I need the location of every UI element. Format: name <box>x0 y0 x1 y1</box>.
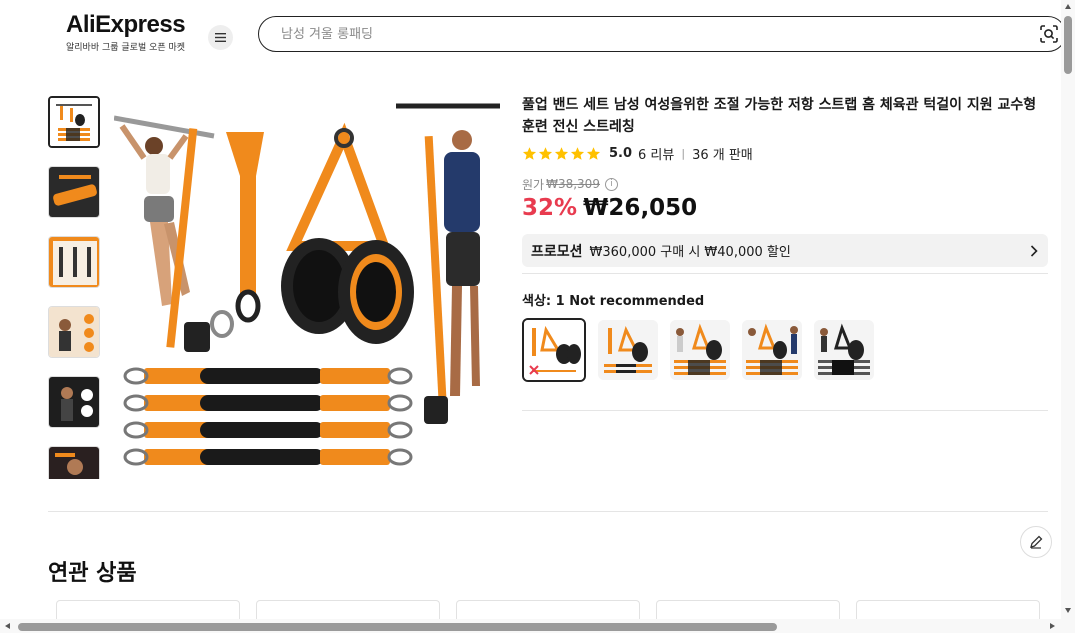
product-title: 풀업 밴드 세트 남성 여성을위한 조절 가능한 저항 스트랩 홈 체육관 턱걸… <box>522 97 1037 135</box>
discount-percent: 32% <box>522 195 578 221</box>
logo-subtitle: 알리바바 그룹 글로벌 오픈 마켓 <box>66 43 186 53</box>
color-label: 색상: 1 Not recommended <box>522 294 705 309</box>
color-swatch-5[interactable] <box>814 320 874 380</box>
original-price: ₩38,309 <box>546 177 600 191</box>
separator: | <box>681 146 686 160</box>
original-price-row: 원가 ₩38,309 i <box>522 176 1048 192</box>
color-swatch-4[interactable] <box>742 320 802 380</box>
thumbnail-6[interactable] <box>48 446 100 479</box>
feedback-button[interactable] <box>1020 526 1052 558</box>
divider <box>48 511 1048 512</box>
promotion-text: ₩360,000 구매 시 ₩40,000 할인 <box>589 245 791 260</box>
star-icon <box>538 146 553 160</box>
promotion-banner[interactable]: 프로모션 ₩360,000 구매 시 ₩40,000 할인 <box>522 234 1048 267</box>
search-input[interactable] <box>281 24 981 44</box>
star-icon <box>586 146 601 160</box>
product-info: 풀업 밴드 세트 남성 여성을위한 조절 가능한 저항 스트랩 홈 체육관 턱걸… <box>522 94 1048 267</box>
star-icon <box>554 146 569 160</box>
scroll-up-arrow[interactable] <box>1065 4 1071 9</box>
rating-row[interactable]: 5.0 6 리뷰 | 36 개 판매 <box>522 143 1048 163</box>
thumbnail-list <box>48 96 102 479</box>
aliexpress-logo[interactable]: AliExpress 알리바바 그룹 글로벌 오픈 마켓 <box>66 11 196 54</box>
color-swatches <box>522 318 1048 382</box>
color-swatch-2[interactable] <box>598 320 658 380</box>
image-search-icon[interactable] <box>1039 24 1059 44</box>
color-swatch-1[interactable] <box>522 318 586 382</box>
thumbnail-4[interactable] <box>48 306 100 358</box>
scroll-right-arrow[interactable] <box>1050 623 1055 629</box>
search-bar <box>258 16 1066 52</box>
review-count[interactable]: 6 리뷰 <box>638 144 674 163</box>
star-icon <box>570 146 585 160</box>
promotion-title: 프로모션 <box>531 243 583 260</box>
rating-score: 5.0 <box>609 145 633 161</box>
sale-price: ₩26,050 <box>583 195 698 221</box>
original-price-label: 원가 <box>522 177 545 192</box>
chevron-right-icon <box>1030 244 1038 257</box>
hamburger-icon <box>215 33 226 42</box>
color-selector: 색상: 1 Not recommended <box>522 274 1048 382</box>
horizontal-scrollbar[interactable] <box>0 619 1061 633</box>
color-swatch-3[interactable] <box>670 320 730 380</box>
thumbnail-3[interactable] <box>48 236 100 288</box>
scroll-down-arrow[interactable] <box>1065 608 1071 613</box>
vertical-scrollbar[interactable] <box>1061 0 1075 633</box>
menu-button[interactable] <box>208 25 233 50</box>
divider <box>522 410 1048 411</box>
star-rating <box>522 146 601 161</box>
horizontal-scroll-thumb[interactable] <box>18 623 777 631</box>
product-main-image[interactable] <box>113 96 500 480</box>
header: AliExpress 알리바바 그룹 글로벌 오픈 마켓 <box>0 0 1075 68</box>
pencil-icon <box>1030 535 1043 549</box>
info-icon[interactable]: i <box>604 177 618 191</box>
related-products-title: 연관 상품 <box>48 561 137 586</box>
scroll-left-arrow[interactable] <box>5 623 10 629</box>
star-icon <box>522 146 537 160</box>
thumbnail-5[interactable] <box>48 376 100 428</box>
vertical-scroll-thumb[interactable] <box>1064 16 1072 74</box>
thumbnail-2[interactable] <box>48 166 100 218</box>
sold-count: 36 개 판매 <box>692 147 753 163</box>
thumbnail-1[interactable] <box>48 96 100 148</box>
price-row: 32% ₩26,050 <box>522 195 1048 225</box>
logo-text: AliExpress <box>66 11 186 38</box>
